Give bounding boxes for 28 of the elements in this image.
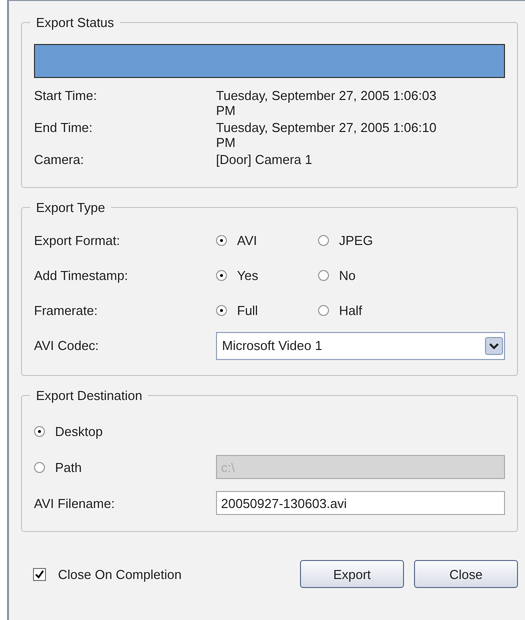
field-label: AVI Codec: (34, 338, 100, 353)
field-label: End Time: (34, 120, 94, 137)
field-value: Tuesday, September 27, 2005 1:06:03 PM (216, 88, 438, 118)
radio-option[interactable]: Yes (216, 268, 318, 283)
radio-option[interactable]: AVI (216, 233, 318, 248)
field-label: Start Time: (34, 88, 98, 105)
dialog-button[interactable]: Export (300, 560, 404, 588)
field-value: Tuesday, September 27, 2005 1:06:10 PM (216, 120, 438, 150)
field-label: Camera: (34, 152, 85, 167)
check-icon (34, 568, 45, 580)
field-label: Framerate: (34, 303, 99, 318)
group-title: Export Destination (35, 388, 144, 403)
dialog-button[interactable]: Close (414, 560, 518, 588)
field-label: Export Format: (34, 233, 121, 248)
group-title: Export Type (35, 200, 106, 215)
codec-dropdown[interactable]: Microsoft Video 1 (216, 332, 505, 360)
field-label: AVI Filename: (34, 496, 116, 510)
group-title: Export Status (35, 15, 116, 30)
radio-option[interactable]: Desktop (34, 424, 136, 438)
field-label: Add Timestamp: (34, 268, 129, 283)
radio-option[interactable]: Half (318, 303, 420, 318)
radio-option[interactable]: No (318, 268, 420, 283)
filename-field[interactable]: 20050927-130603.avi (216, 491, 505, 515)
field-value: [Door] Camera 1 (216, 152, 314, 167)
radio-option[interactable]: Full (216, 303, 318, 318)
radio-option[interactable]: Path (34, 460, 216, 474)
checkbox[interactable]: Close On Completion (33, 566, 182, 582)
radio-option[interactable]: JPEG (318, 233, 420, 248)
